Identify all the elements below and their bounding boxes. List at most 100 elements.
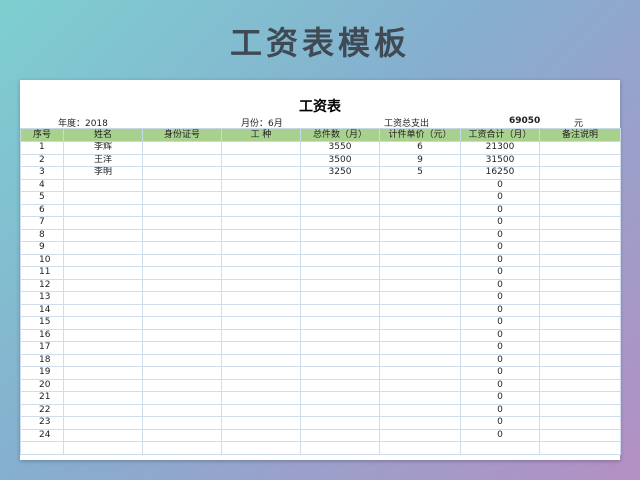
table-cell[interactable] bbox=[221, 253, 301, 267]
table-cell[interactable] bbox=[142, 328, 222, 342]
table-cell[interactable] bbox=[63, 253, 143, 267]
table-cell[interactable]: 0 bbox=[460, 341, 540, 355]
table-cell[interactable]: 6 bbox=[20, 203, 64, 217]
table-cell[interactable]: 0 bbox=[460, 316, 540, 330]
table-cell[interactable] bbox=[300, 366, 380, 380]
table-cell[interactable]: 7 bbox=[20, 216, 64, 230]
table-cell[interactable] bbox=[539, 278, 621, 292]
table-cell[interactable] bbox=[221, 391, 301, 405]
table-cell[interactable]: 9 bbox=[20, 241, 64, 255]
table-cell[interactable]: 0 bbox=[460, 266, 540, 280]
table-cell[interactable] bbox=[142, 141, 222, 155]
table-cell[interactable]: 王洋 bbox=[63, 153, 143, 167]
table-cell[interactable] bbox=[221, 216, 301, 230]
table-cell[interactable] bbox=[63, 291, 143, 305]
table-cell[interactable] bbox=[63, 341, 143, 355]
table-cell[interactable]: 0 bbox=[460, 203, 540, 217]
table-cell[interactable] bbox=[63, 391, 143, 405]
table-cell[interactable]: 18 bbox=[20, 353, 64, 367]
table-cell[interactable] bbox=[379, 391, 461, 405]
table-cell[interactable]: 15 bbox=[20, 316, 64, 330]
table-cell[interactable]: 19 bbox=[20, 366, 64, 380]
table-cell[interactable] bbox=[379, 266, 461, 280]
table-cell[interactable] bbox=[63, 403, 143, 417]
table-cell[interactable]: 0 bbox=[460, 291, 540, 305]
table-cell[interactable]: 16250 bbox=[460, 166, 540, 180]
table-cell[interactable]: 21300 bbox=[460, 141, 540, 155]
table-cell[interactable] bbox=[221, 416, 301, 430]
table-cell[interactable] bbox=[142, 391, 222, 405]
table-cell[interactable]: 17 bbox=[20, 341, 64, 355]
table-cell[interactable]: 8 bbox=[20, 228, 64, 242]
table-cell[interactable] bbox=[300, 291, 380, 305]
table-cell[interactable] bbox=[300, 391, 380, 405]
table-cell[interactable] bbox=[379, 278, 461, 292]
table-cell[interactable] bbox=[142, 166, 222, 180]
table-cell[interactable]: 1 bbox=[20, 141, 64, 155]
table-cell[interactable] bbox=[300, 441, 380, 455]
table-cell[interactable] bbox=[63, 441, 143, 455]
table-cell[interactable]: 3550 bbox=[300, 141, 380, 155]
table-cell[interactable] bbox=[142, 303, 222, 317]
table-cell[interactable] bbox=[221, 428, 301, 442]
table-cell[interactable]: 9 bbox=[379, 153, 461, 167]
table-cell[interactable] bbox=[63, 228, 143, 242]
table-cell[interactable]: 5 bbox=[379, 166, 461, 180]
table-cell[interactable] bbox=[539, 253, 621, 267]
table-cell[interactable]: 23 bbox=[20, 416, 64, 430]
table-cell[interactable] bbox=[142, 316, 222, 330]
table-cell[interactable] bbox=[63, 216, 143, 230]
table-cell[interactable] bbox=[142, 203, 222, 217]
table-cell[interactable] bbox=[221, 403, 301, 417]
table-cell[interactable] bbox=[221, 153, 301, 167]
table-cell[interactable]: 李明 bbox=[63, 166, 143, 180]
table-cell[interactable] bbox=[221, 278, 301, 292]
table-cell[interactable] bbox=[539, 228, 621, 242]
table-cell[interactable] bbox=[221, 303, 301, 317]
table-cell[interactable] bbox=[142, 278, 222, 292]
table-cell[interactable] bbox=[379, 216, 461, 230]
table-cell[interactable] bbox=[221, 266, 301, 280]
table-cell[interactable] bbox=[539, 366, 621, 380]
table-cell[interactable]: 0 bbox=[460, 178, 540, 192]
table-cell[interactable] bbox=[142, 416, 222, 430]
table-cell[interactable] bbox=[379, 253, 461, 267]
table-cell[interactable] bbox=[142, 403, 222, 417]
table-cell[interactable] bbox=[539, 266, 621, 280]
table-cell[interactable]: 5 bbox=[20, 191, 64, 205]
table-cell[interactable] bbox=[379, 291, 461, 305]
table-cell[interactable] bbox=[142, 241, 222, 255]
table-cell[interactable]: 13 bbox=[20, 291, 64, 305]
table-cell[interactable]: 2 bbox=[20, 153, 64, 167]
table-cell[interactable] bbox=[221, 203, 301, 217]
table-cell[interactable] bbox=[379, 341, 461, 355]
table-cell[interactable]: 11 bbox=[20, 266, 64, 280]
table-cell[interactable]: 12 bbox=[20, 278, 64, 292]
table-cell[interactable] bbox=[539, 291, 621, 305]
table-cell[interactable] bbox=[539, 141, 621, 155]
table-cell[interactable] bbox=[300, 203, 380, 217]
table-cell[interactable] bbox=[300, 266, 380, 280]
table-cell[interactable]: 24 bbox=[20, 428, 64, 442]
table-cell[interactable] bbox=[221, 141, 301, 155]
table-cell[interactable]: 0 bbox=[460, 416, 540, 430]
table-cell[interactable] bbox=[221, 441, 301, 455]
table-cell[interactable] bbox=[300, 191, 380, 205]
table-cell[interactable] bbox=[221, 341, 301, 355]
table-cell[interactable] bbox=[379, 203, 461, 217]
table-cell[interactable] bbox=[379, 441, 461, 455]
table-cell[interactable] bbox=[379, 353, 461, 367]
table-cell[interactable]: 31500 bbox=[460, 153, 540, 167]
table-cell[interactable] bbox=[379, 328, 461, 342]
table-cell[interactable]: 10 bbox=[20, 253, 64, 267]
table-cell[interactable]: 0 bbox=[460, 378, 540, 392]
table-cell[interactable] bbox=[63, 303, 143, 317]
table-cell[interactable] bbox=[221, 328, 301, 342]
table-cell[interactable] bbox=[539, 241, 621, 255]
table-cell[interactable]: 0 bbox=[460, 216, 540, 230]
table-cell[interactable]: 6 bbox=[379, 141, 461, 155]
table-cell[interactable] bbox=[142, 228, 222, 242]
table-cell[interactable]: 0 bbox=[460, 253, 540, 267]
table-cell[interactable] bbox=[63, 428, 143, 442]
table-cell[interactable] bbox=[539, 341, 621, 355]
